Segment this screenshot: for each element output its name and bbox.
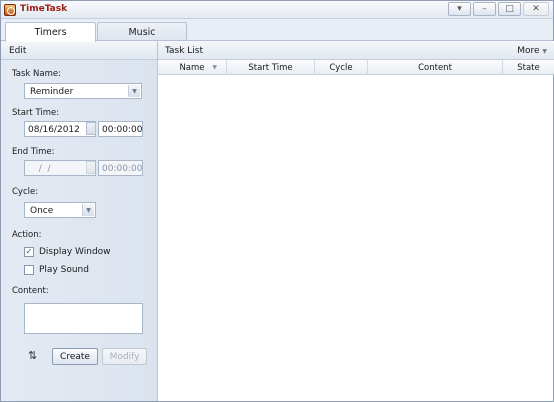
chevron-down-icon[interactable]: ▼	[128, 85, 140, 97]
play-sound-label[interactable]: Play Sound	[39, 265, 89, 275]
cycle-value: Once	[30, 206, 54, 216]
task-name-value: Reminder	[30, 87, 74, 97]
column-content[interactable]: Content	[368, 60, 503, 75]
task-list-header: Task List More ▼	[158, 41, 554, 60]
chevron-down-icon[interactable]: ▼	[542, 48, 547, 55]
app-title: TimeTask	[20, 4, 68, 14]
start-date-value: 08/16/2012	[28, 125, 80, 135]
cycle-label: Cycle:	[12, 187, 39, 197]
task-name-combo[interactable]: Reminder ▼	[24, 83, 142, 99]
start-time-value: 00:00:00	[102, 125, 143, 135]
chevron-down-icon[interactable]: ▼	[82, 204, 94, 216]
tab-bar: Timers Music	[1, 19, 553, 42]
modify-button[interactable]: Modify	[102, 348, 147, 365]
content-label: Content:	[12, 286, 49, 296]
start-time-label: Start Time:	[12, 108, 60, 118]
title-bar[interactable]: TimeTask ▾ – □ ✕	[1, 1, 553, 19]
dropdown-menu-button[interactable]: ▾	[448, 2, 471, 16]
tab-timers[interactable]: Timers	[5, 22, 96, 42]
column-name-label: Name	[179, 62, 205, 73]
task-table-header: Name ▼ Start Time Cycle Content State	[158, 60, 554, 75]
close-button[interactable]: ✕	[523, 2, 549, 16]
column-name[interactable]: Name ▼	[158, 60, 227, 75]
end-time-value: 00:00:00	[102, 164, 143, 174]
start-date-dropdown[interactable]	[86, 122, 96, 135]
edit-panel-title: Edit	[9, 46, 27, 56]
edit-panel-header: Edit	[1, 41, 157, 60]
app-window: TimeTask ▾ – □ ✕ Timers Music Edit Task …	[0, 0, 554, 402]
content-textarea[interactable]	[24, 303, 143, 334]
play-sound-checkbox[interactable]	[24, 265, 34, 275]
display-window-checkbox[interactable]: ✓	[24, 247, 34, 257]
end-date-dropdown[interactable]	[86, 161, 96, 174]
cycle-combo[interactable]: Once ▼	[24, 202, 96, 218]
refresh-icon[interactable]: ⇅	[28, 349, 37, 362]
tab-music[interactable]: Music	[97, 22, 187, 41]
more-label[interactable]: More	[517, 46, 539, 56]
column-state[interactable]: State	[503, 60, 554, 75]
edit-panel: Edit Task Name: Reminder ▼ Start Time: 0…	[1, 41, 157, 401]
display-window-label[interactable]: Display Window	[39, 247, 111, 257]
end-date-value: / /	[33, 164, 51, 174]
start-time-field[interactable]: 00:00:00	[98, 121, 143, 137]
task-name-label: Task Name:	[12, 69, 61, 79]
task-table-body[interactable]	[158, 76, 554, 401]
action-label: Action:	[12, 230, 42, 240]
sort-arrow-icon: ▼	[212, 64, 217, 71]
task-list-title: Task List	[165, 46, 204, 56]
more-menu[interactable]: More ▼	[517, 46, 547, 56]
window-controls: ▾ – □ ✕	[448, 2, 549, 16]
end-time-label: End Time:	[12, 147, 55, 157]
maximize-button[interactable]: □	[498, 2, 521, 16]
end-time-field[interactable]: 00:00:00	[98, 160, 143, 176]
app-clock-icon	[4, 4, 16, 16]
create-button[interactable]: Create	[52, 348, 98, 365]
minimize-button[interactable]: –	[473, 2, 496, 16]
task-list-panel: Task List More ▼ Name ▼ Start Time Cycle …	[157, 41, 554, 401]
column-start-time[interactable]: Start Time	[227, 60, 315, 75]
column-cycle[interactable]: Cycle	[315, 60, 368, 75]
